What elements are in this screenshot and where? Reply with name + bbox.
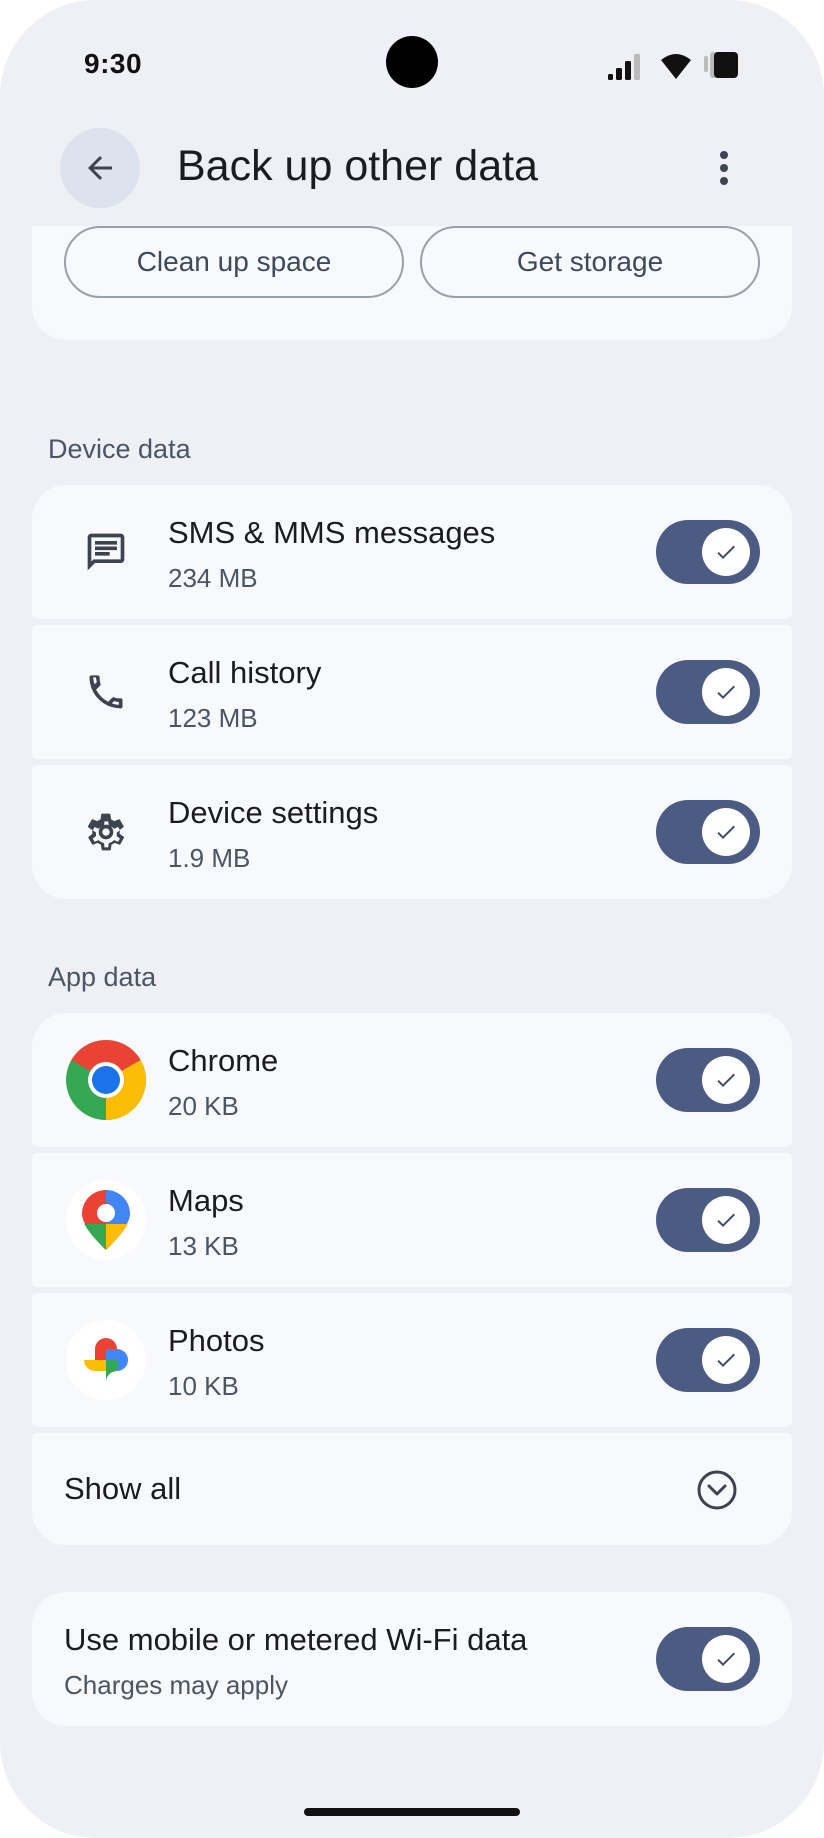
more-options-button[interactable] <box>700 138 748 198</box>
expand-circle-icon <box>697 1470 737 1510</box>
app-item-photos[interactable]: Photos 10 KB <box>32 1293 792 1427</box>
chrome-backup-toggle[interactable] <box>656 1048 760 1112</box>
app-item-maps[interactable]: Maps 13 KB <box>32 1153 792 1287</box>
item-size: 20 KB <box>168 1091 239 1121</box>
back-button[interactable] <box>60 128 140 208</box>
wifi-icon <box>661 54 691 79</box>
item-size: 13 KB <box>168 1231 239 1261</box>
toggle-knob <box>702 1196 750 1244</box>
check-icon <box>717 685 735 699</box>
signal-icon <box>608 54 640 80</box>
photos-icon <box>66 1320 146 1400</box>
front-camera <box>386 36 438 88</box>
check-icon <box>717 545 735 559</box>
item-title: Chrome <box>168 1043 279 1078</box>
toggle-knob <box>702 1336 750 1384</box>
check-icon <box>717 1652 735 1666</box>
more-vert-icon <box>720 151 728 185</box>
toggle-knob <box>702 528 750 576</box>
check-icon <box>717 1213 735 1227</box>
phone-icon <box>66 652 146 732</box>
check-icon <box>717 1353 735 1367</box>
status-bar: 9:30 <box>0 0 824 130</box>
metered-data-toggle[interactable] <box>656 1627 760 1691</box>
item-size: 234 MB <box>168 563 258 593</box>
check-icon <box>717 1073 735 1087</box>
message-icon <box>66 512 146 592</box>
item-title: Device settings <box>168 795 379 830</box>
toggle-knob <box>702 808 750 856</box>
sms-backup-toggle[interactable] <box>656 520 760 584</box>
item-title: Call history <box>168 655 322 690</box>
app-item-chrome[interactable]: Chrome 20 KB <box>32 1013 792 1147</box>
phone-screen: 9:30 Back up other data Clean up space G… <box>0 0 824 1838</box>
check-icon <box>717 825 735 839</box>
home-indicator[interactable] <box>304 1808 520 1816</box>
clean-up-space-button[interactable]: Clean up space <box>64 226 404 298</box>
toggle-knob <box>702 1635 750 1683</box>
show-all-label: Show all <box>64 1471 182 1506</box>
chrome-icon <box>66 1040 146 1120</box>
item-size: 1.9 MB <box>168 843 251 873</box>
item-size: 10 KB <box>168 1371 239 1401</box>
storage-card: Clean up space Get storage <box>32 226 792 340</box>
device-item-settings[interactable]: Device settings 1.9 MB <box>32 765 792 899</box>
get-storage-button[interactable]: Get storage <box>420 226 760 298</box>
device-item-sms[interactable]: SMS & MMS messages 234 MB <box>32 485 792 619</box>
item-title: Photos <box>168 1323 265 1358</box>
photos-backup-toggle[interactable] <box>656 1328 760 1392</box>
item-size: 123 MB <box>168 703 258 733</box>
gear-icon <box>66 792 146 872</box>
item-title: Maps <box>168 1183 244 1218</box>
metered-subtitle: Charges may apply <box>64 1670 288 1700</box>
show-all-row[interactable]: Show all <box>32 1433 792 1545</box>
toggle-knob <box>702 668 750 716</box>
app-data-header: App data <box>48 962 157 992</box>
device-data-header: Device data <box>48 434 191 464</box>
item-title: SMS & MMS messages <box>168 515 496 550</box>
metered-data-row[interactable]: Use mobile or metered Wi-Fi data Charges… <box>32 1592 792 1726</box>
arrow-back-icon <box>88 156 112 180</box>
page-title: Back up other data <box>177 142 538 190</box>
status-time: 9:30 <box>84 48 143 79</box>
call-history-backup-toggle[interactable] <box>656 660 760 724</box>
device-item-call-history[interactable]: Call history 123 MB <box>32 625 792 759</box>
device-settings-backup-toggle[interactable] <box>656 800 760 864</box>
battery-icon <box>704 52 738 78</box>
maps-backup-toggle[interactable] <box>656 1188 760 1252</box>
toggle-knob <box>702 1056 750 1104</box>
maps-icon <box>66 1180 146 1260</box>
metered-title: Use mobile or metered Wi-Fi data <box>64 1622 528 1657</box>
